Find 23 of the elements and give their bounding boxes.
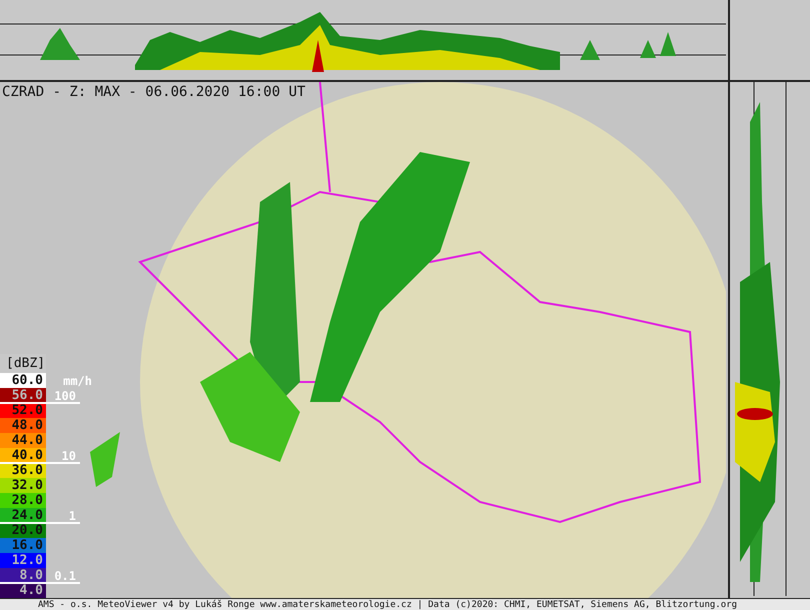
legend-step: 52.0 xyxy=(0,403,46,418)
legend-step: 4.0 xyxy=(0,583,46,598)
legend-step: 16.0 xyxy=(0,538,46,553)
rate-label: 0.1 xyxy=(46,570,80,584)
legend-step: 44.0 xyxy=(0,433,46,448)
legend-step: 56.0 xyxy=(0,388,46,403)
rate-unit: mm/h xyxy=(62,375,93,387)
legend-step: 20.0 xyxy=(0,523,46,538)
legend-step: 48.0 xyxy=(0,418,46,433)
legend-step: 12.0 xyxy=(0,553,46,568)
rate-label: 1 xyxy=(46,510,80,524)
legend-step: 24.0 xyxy=(0,508,46,523)
legend-step: 28.0 xyxy=(0,493,46,508)
legend-step: 60.0 xyxy=(0,373,46,388)
rate-label: 10 xyxy=(46,450,80,464)
legend-unit: [dBZ] xyxy=(0,354,46,373)
map-title: CZRAD - Z: MAX - 06.06.2020 16:00 UT xyxy=(2,83,306,102)
rate-label: 100 xyxy=(46,390,80,404)
legend-step: 40.0 xyxy=(0,448,46,463)
legend-step: 36.0 xyxy=(0,463,46,478)
footer-credits: AMS - o.s. MeteoViewer v4 by Lukáš Ronge www.amaterskameteorologie.cz | Data (c)2020: CHMI, EUMETSAT, Siemens AG, Blitzortung.org xyxy=(0,598,810,610)
legend-step: 32.0 xyxy=(0,478,46,493)
legend-step: 8.0 xyxy=(0,568,46,583)
